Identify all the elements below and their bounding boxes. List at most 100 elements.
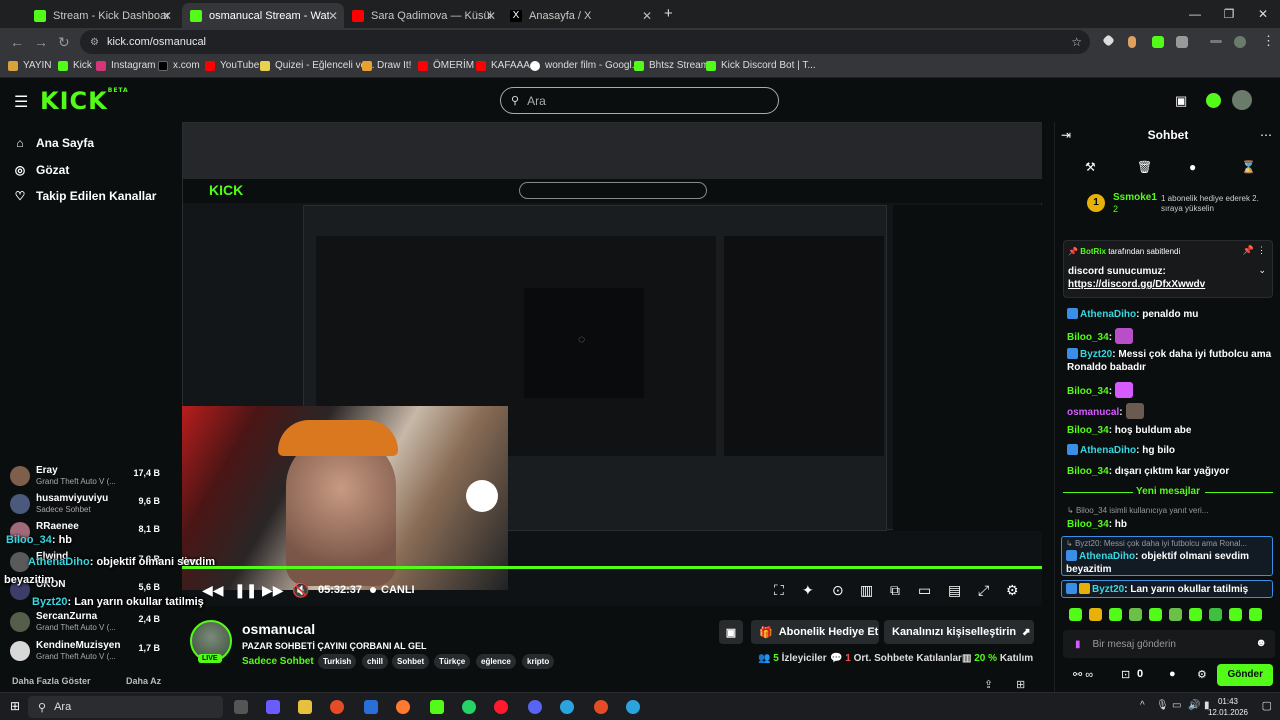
theater-icon[interactable]: ▤ — [948, 582, 961, 599]
tag-chip[interactable]: kripto — [522, 654, 555, 669]
app-icon[interactable] — [430, 700, 444, 714]
emote-icon[interactable] — [1209, 608, 1222, 621]
emote-icon[interactable] — [1149, 608, 1162, 621]
bookmark-wonder-film[interactable]: wonder film - Googl... — [530, 60, 640, 71]
telegram-icon[interactable] — [626, 700, 640, 714]
outlook-icon[interactable] — [364, 700, 378, 714]
chrome-icon[interactable] — [594, 700, 608, 714]
menu-icon[interactable]: ☰ — [14, 92, 28, 112]
forward-icon[interactable]: ▶▶ — [262, 582, 284, 599]
reload-icon[interactable]: ↻ — [58, 34, 70, 51]
pinned-link[interactable]: https://discord.gg/DfxXwwdv — [1068, 279, 1205, 290]
extension-green-icon[interactable] — [1152, 36, 1164, 48]
back-icon[interactable]: ← — [10, 34, 24, 50]
kick-creator-icon[interactable] — [1206, 93, 1221, 108]
kick-logo[interactable]: KICKBETA — [40, 87, 129, 115]
volume-icon[interactable]: 🔊 — [1188, 700, 1200, 711]
new-tab-icon[interactable]: + — [664, 5, 673, 22]
windows-start-icon[interactable]: ⊞ — [10, 699, 20, 713]
bookmark-bhtsz-stream[interactable]: Bhtsz Stream — [634, 60, 709, 71]
telegram-icon[interactable] — [560, 700, 574, 714]
chevron-down-icon[interactable]: ⌄ — [1258, 265, 1266, 276]
tab-kick-dashboard[interactable]: Stream - Kick Dashboard ✕ — [26, 3, 178, 28]
emote-icon[interactable] — [1129, 608, 1142, 621]
nav-following[interactable]: ♡ Takip Edilen Kanallar — [12, 189, 157, 203]
tag-chip[interactable]: Turkish — [318, 654, 357, 669]
user-avatar[interactable] — [1232, 90, 1252, 110]
rewind-icon[interactable]: ◀◀ — [202, 582, 224, 599]
bookmark-star-icon[interactable]: ☆ — [1071, 35, 1082, 49]
mini-player-icon[interactable]: ▭ — [918, 582, 931, 599]
chat-message[interactable]: AthenaDiho: penaldo mu — [1067, 308, 1273, 321]
opera-icon[interactable] — [494, 700, 508, 714]
close-icon[interactable]: ✕ — [486, 9, 496, 23]
mute-icon[interactable]: 🔇 — [292, 582, 309, 599]
tag-chip[interactable]: Sohbet — [392, 654, 430, 669]
emote-icon[interactable] — [1109, 608, 1122, 621]
reading-list-icon[interactable] — [1210, 40, 1222, 43]
points-icon[interactable]: ⊡ — [1121, 668, 1130, 681]
taskbar-clock[interactable]: 01:43 12.01.2026 — [1208, 696, 1248, 718]
extensions-puzzle-icon[interactable] — [1176, 36, 1188, 48]
emoji-icon[interactable]: ☻ — [1255, 637, 1267, 649]
network-icon[interactable]: ▭ — [1172, 700, 1181, 711]
link-icon[interactable]: ⚯ ∞ — [1073, 668, 1093, 681]
highlighted-message[interactable]: Byzt20: Lan yarın okullar tatilmiş — [1061, 580, 1273, 598]
show-less-link[interactable]: Daha Az — [126, 676, 161, 686]
highlighted-message[interactable]: ↳ Byzt20: Messi çok daha iyi futbolcu am… — [1061, 536, 1273, 576]
close-window-icon[interactable]: ✕ — [1246, 0, 1280, 28]
sidebar-channel[interactable]: SercanZurna Grand Theft Auto V (... 2,4 … — [10, 610, 170, 638]
clip-icon[interactable]: ⛶ — [774, 582, 784, 599]
chrome-icon[interactable] — [330, 700, 344, 714]
sparkle-icon[interactable]: ✦ — [802, 582, 814, 599]
microphone-icon[interactable]: 🎙 — [1156, 700, 1169, 711]
sidebar-channel[interactable]: KendineMuzisyen Grand Theft Auto V (... … — [10, 639, 170, 667]
whatsapp-icon[interactable] — [462, 700, 476, 714]
trash-icon[interactable]: 🗑 — [1137, 160, 1152, 174]
search-input[interactable]: ⚲ Ara — [500, 87, 779, 114]
close-icon[interactable]: ✕ — [162, 9, 172, 23]
chat-message[interactable]: osmanucal: — [1067, 403, 1273, 419]
extension-capsule-icon[interactable] — [1128, 36, 1136, 48]
chat-bubble-icon[interactable]: ● — [1169, 668, 1176, 680]
chat-settings-icon[interactable]: ● — [1189, 160, 1196, 174]
site-info-icon[interactable]: ⚙ — [90, 37, 99, 48]
chat-input[interactable]: ▮ Bir mesaj gönderin ☻ — [1063, 630, 1275, 658]
extension-diamond-icon[interactable] — [1102, 34, 1115, 47]
stream-progress-bar[interactable] — [182, 566, 1042, 569]
minimize-icon[interactable]: — — [1178, 0, 1212, 28]
bookmark-x[interactable]: x.com — [158, 60, 200, 71]
browser-menu-icon[interactable]: ⋮ — [1262, 33, 1275, 49]
customize-channel-button[interactable]: Kanalınızı kişiselleştirin ⬈ — [884, 620, 1034, 644]
taskbar-search[interactable]: ⚲ Ara — [28, 696, 223, 718]
close-icon[interactable]: ✕ — [328, 9, 338, 23]
fullscreen-icon[interactable]: ⤢ — [978, 582, 989, 599]
badge-selector-icon[interactable]: ▮ — [1075, 639, 1081, 650]
bookmark-kick-discord-bot[interactable]: Kick Discord Bot | T... — [706, 60, 816, 71]
pip-icon[interactable]: ⧉ — [890, 582, 900, 599]
show-more-link[interactable]: Daha Fazla Göster — [12, 676, 91, 686]
nav-browse[interactable]: ◎ Gözat — [12, 163, 70, 177]
gift-sub-button[interactable]: 🎁 Abonelik Hediye Et — [751, 620, 879, 644]
chat-message[interactable]: Biloo_34: — [1067, 328, 1273, 344]
sidebar-channel[interactable]: Eray Grand Theft Auto V (... 17,4 B — [10, 464, 170, 492]
firefox-icon[interactable] — [396, 700, 410, 714]
tray-chevron-icon[interactable]: ^ — [1140, 700, 1145, 711]
url-field[interactable]: ⚙ kick.com/osmanucal ☆ — [80, 30, 1090, 54]
chat-message[interactable]: Biloo_34: hoş buldum abe — [1067, 424, 1273, 437]
chat-message[interactable]: Byzt20: Messi çok daha iyi futbolcu ama … — [1067, 348, 1273, 374]
profile-avatar-icon[interactable] — [1234, 36, 1246, 48]
send-button[interactable]: Gönder — [1217, 664, 1273, 686]
wallet-icon[interactable]: ▣ — [1175, 93, 1187, 109]
channel-name[interactable]: osmanucal — [242, 621, 315, 637]
tag-chip[interactable]: eğlence — [476, 654, 516, 669]
tab-youtube-video[interactable]: Sara Qadimova — Küsüb Getdi ✕ — [344, 3, 502, 28]
bookmark-draw-it[interactable]: Draw It! — [362, 60, 411, 71]
task-view-icon[interactable] — [234, 700, 248, 714]
pause-icon[interactable]: ❚❚ — [234, 582, 257, 599]
tag-chip[interactable]: chill — [362, 654, 389, 669]
pin-more-icon[interactable]: ⋮ — [1257, 245, 1266, 256]
share-icon[interactable]: ⇪ — [984, 678, 993, 691]
maximize-icon[interactable]: ❐ — [1212, 0, 1246, 28]
copilot-icon[interactable] — [266, 700, 280, 714]
